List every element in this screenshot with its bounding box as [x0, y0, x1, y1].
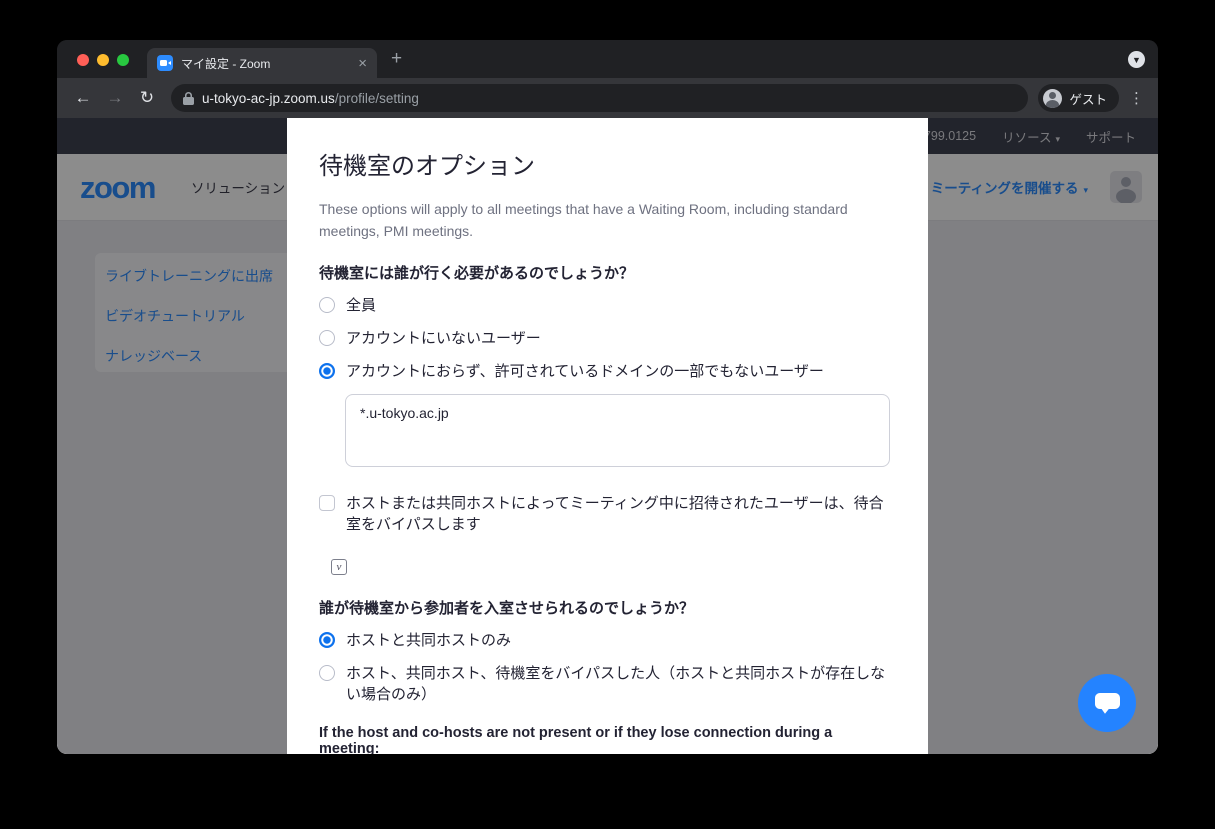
- browser-tab[interactable]: マイ設定 - Zoom ×: [147, 48, 377, 78]
- guest-avatar-icon: [1043, 89, 1062, 108]
- radio-option-row[interactable]: アカウントにいないユーザー: [319, 328, 896, 349]
- option-label: ホストと共同ホストのみ: [346, 630, 511, 651]
- radio-unselected-icon[interactable]: [319, 665, 335, 681]
- url-host: u-tokyo-ac-jp.zoom.us: [202, 91, 335, 106]
- radio-selected-icon[interactable]: [319, 363, 335, 379]
- waiting-room-options-dialog: 待機室のオプション These options will apply to al…: [287, 118, 928, 754]
- question-host-not-present: If the host and co-hosts are not present…: [319, 725, 896, 754]
- lock-icon: [183, 92, 194, 105]
- guest-label: ゲスト: [1069, 89, 1107, 108]
- close-window-button[interactable]: [77, 54, 89, 66]
- browser-window: マイ設定 - Zoom × + ▼ ← → ↻ u-tokyo-ac-jp.zo…: [57, 40, 1158, 754]
- radio-option-row[interactable]: ホスト、共同ホスト、待機室をバイパスした人（ホストと共同ホストが存在しない場合の…: [319, 663, 896, 705]
- reload-button[interactable]: ↻: [135, 88, 159, 108]
- address-bar[interactable]: u-tokyo-ac-jp.zoom.us /profile/setting: [171, 84, 1028, 112]
- radio-selected-icon[interactable]: [319, 632, 335, 648]
- minimize-window-button[interactable]: [97, 54, 109, 66]
- dialog-title: 待機室のオプション: [319, 146, 896, 181]
- back-button[interactable]: ←: [71, 88, 95, 108]
- url-path: /profile/setting: [335, 91, 419, 106]
- chat-bubble-icon: [1094, 691, 1121, 716]
- new-tab-button[interactable]: +: [391, 50, 402, 68]
- radio-group-who-goes: 全員アカウントにいないユーザーアカウントにおらず、許可されているドメインの一部で…: [319, 295, 896, 382]
- option-label: ホスト、共同ホスト、待機室をバイパスした人（ホストと共同ホストが存在しない場合の…: [346, 663, 896, 705]
- checkbox-option-row[interactable]: ホストまたは共同ホストによってミーティング中に招待されたユーザーは、待合室をバイ…: [319, 493, 896, 535]
- tab-search-chevron-icon[interactable]: ▼: [1128, 51, 1145, 68]
- radio-option-row[interactable]: ホストと共同ホストのみ: [319, 630, 896, 651]
- option-label: アカウントにいないユーザー: [346, 328, 541, 349]
- radio-group-who-admits: ホストと共同ホストのみホスト、共同ホスト、待機室をバイパスした人（ホストと共同ホ…: [319, 630, 896, 705]
- allowed-domains-input[interactable]: *.u-tokyo.ac.jp: [345, 394, 890, 467]
- tab-title: マイ設定 - Zoom: [181, 55, 356, 72]
- checkbox-unselected-icon[interactable]: [319, 495, 335, 511]
- bypass-checkbox-group: ホストまたは共同ホストによってミーティング中に招待されたユーザーは、待合室をバイ…: [319, 493, 896, 535]
- option-label: アカウントにおらず、許可されているドメインの一部でもないユーザー: [346, 361, 824, 382]
- browser-toolbar: ← → ↻ u-tokyo-ac-jp.zoom.us /profile/set…: [57, 78, 1158, 118]
- question-who-goes-to-waiting-room: 待機室には誰が行く必要があるのでしょうか？: [319, 262, 896, 283]
- radio-option-row[interactable]: 全員: [319, 295, 896, 316]
- maximize-window-button[interactable]: [117, 54, 129, 66]
- option-label: ホストまたは共同ホストによってミーティング中に招待されたユーザーは、待合室をバイ…: [346, 493, 896, 535]
- question-who-admits: 誰が待機室から参加者を入室させられるのでしょうか？: [319, 597, 896, 618]
- option-label: 全員: [346, 295, 376, 316]
- zoom-favicon-icon: [157, 55, 173, 71]
- v-badge-icon: v: [331, 559, 347, 575]
- radio-option-row[interactable]: アカウントにおらず、許可されているドメインの一部でもないユーザー: [319, 361, 896, 382]
- dialog-description: These options will apply to all meetings…: [319, 199, 864, 242]
- web-content: 1.888.799.0125 リソース▾ サポート zoom ソリューション ミ…: [57, 118, 1158, 754]
- browser-menu-icon[interactable]: ⋮: [1129, 89, 1144, 107]
- browser-profile-button[interactable]: ゲスト: [1038, 84, 1119, 112]
- forward-button[interactable]: →: [103, 88, 127, 108]
- tab-strip: マイ設定 - Zoom × + ▼: [57, 40, 1158, 78]
- window-controls: [77, 54, 129, 66]
- radio-unselected-icon[interactable]: [319, 330, 335, 346]
- radio-unselected-icon[interactable]: [319, 297, 335, 313]
- help-chat-button[interactable]: [1078, 674, 1136, 732]
- close-tab-icon[interactable]: ×: [356, 56, 369, 71]
